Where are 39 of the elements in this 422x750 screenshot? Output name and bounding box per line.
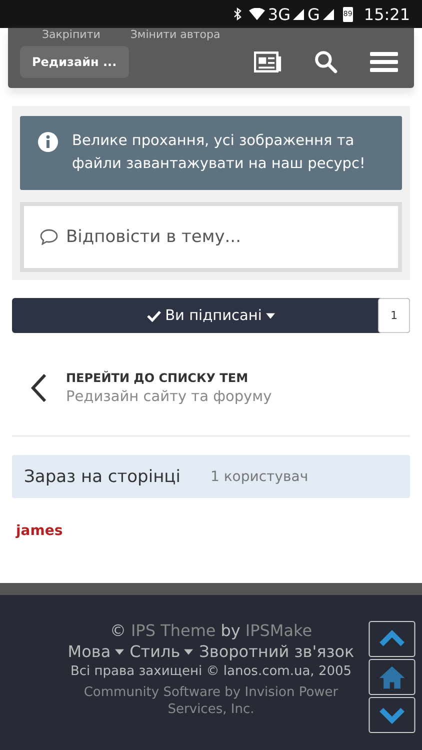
chevron-down-icon[interactable] — [368, 697, 416, 733]
section-title: Зараз на сторінці — [24, 466, 180, 486]
user-count: 1 користувач — [210, 468, 308, 484]
dropdown-link[interactable]: Мова — [68, 642, 111, 661]
forum-link[interactable]: Редизайн сайту та форуму — [66, 389, 272, 405]
theme-link[interactable]: IPS Theme — [130, 621, 216, 640]
action-link[interactable]: Закріпити — [42, 28, 100, 42]
caret-icon — [266, 312, 275, 318]
search-icon[interactable] — [312, 50, 340, 74]
software-credit: Community Software by Invision Power Services, Inc. — [82, 684, 340, 718]
reply-box[interactable]: Відповісти в тему... — [20, 202, 402, 272]
follower-count: 1 — [378, 298, 410, 333]
dropdown-link[interactable]: Стиль — [130, 642, 180, 661]
breadcrumb-button[interactable]: Редизайн ... — [20, 46, 129, 78]
signal-icon — [322, 8, 334, 20]
bluetooth-icon — [232, 7, 242, 21]
maker-link[interactable]: IPSMake — [245, 621, 312, 640]
reply-field[interactable]: Відповісти в тему... — [64, 226, 382, 248]
signal-icon — [293, 8, 304, 20]
topic-list-link[interactable]: ПЕРЕЙТИ ДО СПИСКУ ТЕМ — [66, 371, 272, 385]
footer-link[interactable]: Зворотний зв'язок — [199, 642, 354, 661]
info-icon — [38, 132, 58, 152]
newspaper-icon[interactable] — [254, 50, 282, 74]
copyright-text: Всі права захищені © lanos.com.ua, 2005 — [70, 664, 352, 679]
byline-text: by — [220, 621, 240, 640]
wifi-icon — [248, 8, 265, 20]
notice-text: Велике прохання, усі зображення та файли завантажувати на наш ресурс! — [72, 132, 366, 174]
chevron-up-icon[interactable] — [368, 621, 416, 657]
home-icon[interactable] — [368, 659, 416, 695]
user-link[interactable]: james — [16, 523, 63, 539]
check-icon — [147, 310, 162, 322]
speech-bubble-icon — [40, 229, 58, 245]
clock: 15:21 — [364, 4, 410, 24]
action-link[interactable]: Змінити автора — [130, 28, 220, 42]
network-label: G — [307, 4, 320, 24]
menu-icon[interactable] — [370, 50, 398, 74]
network-label: 3G — [268, 4, 290, 24]
chevron-left-icon[interactable] — [30, 373, 48, 403]
copyright-mark: © — [110, 621, 126, 640]
